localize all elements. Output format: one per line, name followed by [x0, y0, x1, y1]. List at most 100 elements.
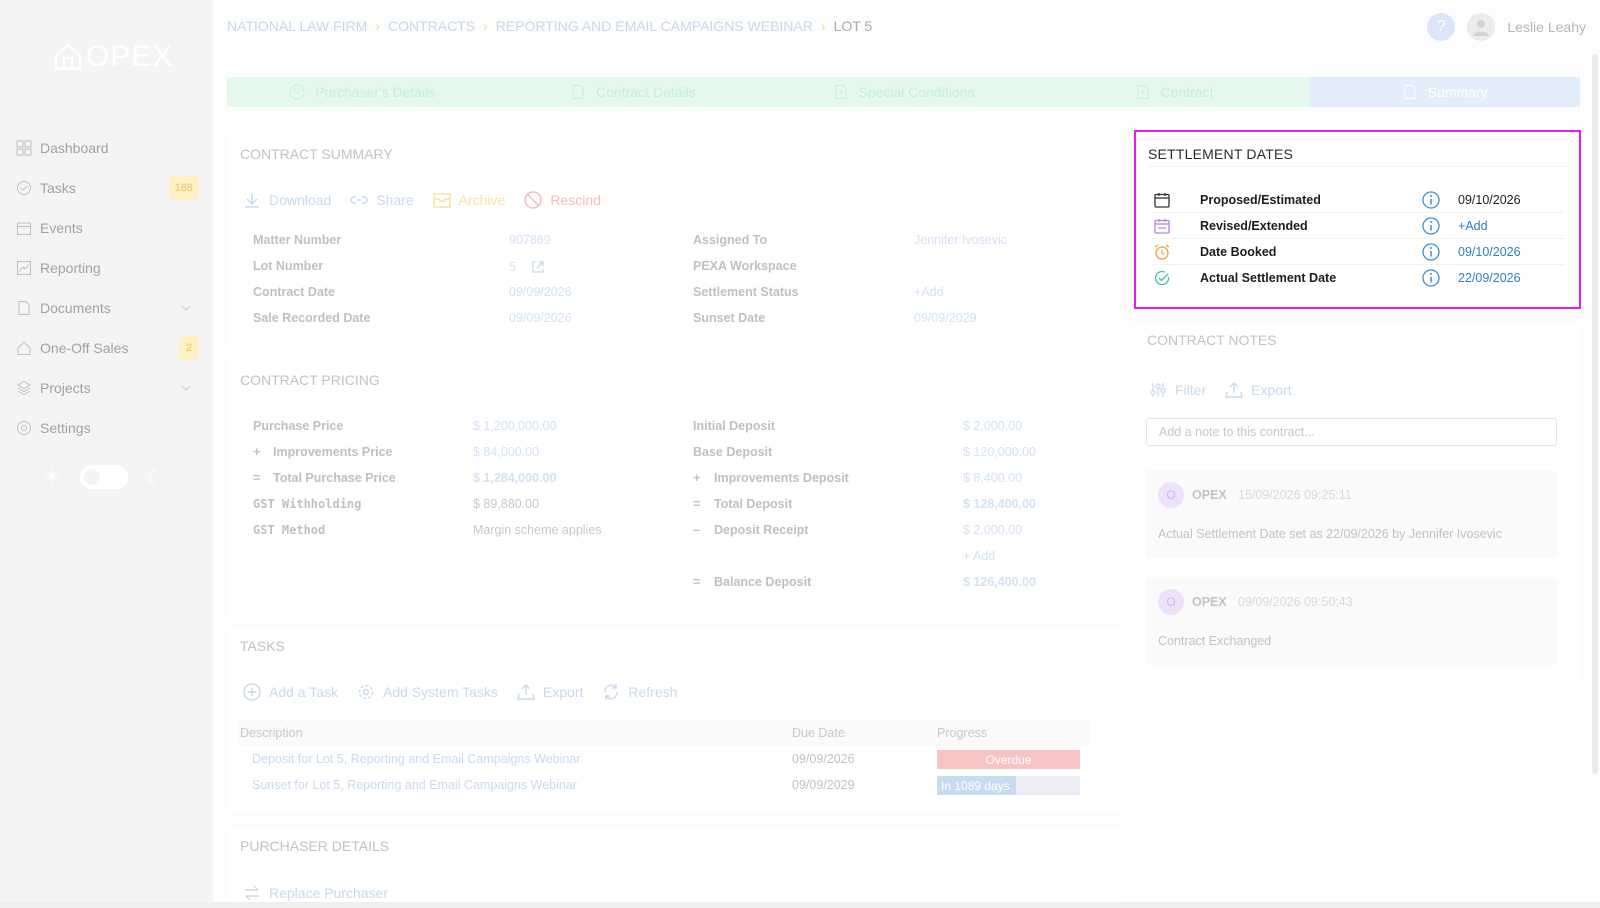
external-link-icon[interactable] [530, 259, 546, 275]
summary-actions: Download Share Archive Rescind [242, 190, 601, 210]
refresh-tasks-button[interactable]: Refresh [601, 682, 677, 702]
refresh-label: Refresh [628, 684, 678, 700]
step-contract[interactable]: Contract [1038, 77, 1310, 107]
info-icon[interactable] [1421, 242, 1441, 262]
card-title: CONTRACT PRICING [240, 372, 380, 388]
operator: = [693, 575, 701, 589]
step-label: Contract [1160, 84, 1214, 100]
chevron-right-icon: › [375, 18, 380, 34]
replace-purchaser-button[interactable]: Replace Purchaser [242, 883, 388, 903]
pricing-value: Margin scheme applies [473, 523, 602, 537]
check-circle-icon [15, 179, 33, 197]
filter-label: Filter [1175, 382, 1207, 398]
theme-toggle[interactable] [79, 465, 128, 489]
note-item: O OPEX 15/09/2026 09:25:11 Actual Settle… [1146, 470, 1557, 558]
sidebar-item-projects[interactable]: Projects [0, 368, 213, 408]
sidebar-item-one-off-sales[interactable]: One-Off Sales 2 [0, 328, 213, 368]
step-summary[interactable]: Summary [1309, 77, 1580, 107]
chevron-down-icon[interactable] [179, 381, 193, 395]
breadcrumb: NATIONAL LAW FIRM › CONTRACTS › REPORTIN… [227, 18, 872, 34]
field-label: Sale Recorded Date [253, 311, 371, 325]
task-progress-bar: In 1089 days [937, 776, 1080, 795]
field-label: Total Deposit [714, 497, 793, 511]
note-author: OPEX [1192, 595, 1227, 609]
breadcrumb-item[interactable]: NATIONAL LAW FIRM [227, 18, 367, 34]
table-row[interactable]: Sunset for Lot 5, Reporting and Email Ca… [239, 772, 1089, 798]
card-title: CONTRACT SUMMARY [240, 146, 393, 162]
add-system-tasks-button[interactable]: Add System Tasks [356, 682, 498, 702]
divider [1148, 166, 1567, 167]
field-value: Margin scheme applies [473, 523, 602, 537]
assigned-to-value[interactable]: Jennifer Ivosevic [914, 233, 1007, 247]
sidebar-item-events[interactable]: Events [0, 208, 213, 248]
step-contract-details[interactable]: Contract Details [497, 77, 769, 107]
gear-icon [358, 684, 374, 700]
settlement-dates-card: SETTLEMENT DATES Proposed/Estimated 09/1… [1134, 130, 1581, 309]
field-value: 09/09/2026 [509, 311, 572, 325]
pricing-label: Total Purchase Price [273, 471, 396, 485]
task-description-link[interactable]: Sunset for Lot 5, Reporting and Email Ca… [252, 778, 577, 792]
step-purchasers-details[interactable]: Purchaser's Details [227, 77, 498, 107]
sidebar-item-label: Tasks [40, 180, 76, 196]
sidebar-item-dashboard[interactable]: Dashboard [0, 128, 213, 168]
settlement-value[interactable]: 09/10/2026 [1458, 193, 1521, 207]
export-tasks-button[interactable]: Export [516, 682, 583, 702]
pricing-label: Improvements Deposit [714, 471, 849, 485]
pricing-label: = [253, 471, 260, 485]
settlement-value[interactable]: 09/10/2026 [1458, 245, 1521, 259]
field-value: $ 120,000.00 [963, 445, 1036, 459]
column-header: Description [240, 726, 303, 740]
sidebar-item-settings[interactable]: Settings [0, 408, 213, 448]
rescind-button[interactable]: Rescind [523, 190, 601, 210]
add-revised-date-link[interactable]: +Add [1458, 219, 1488, 233]
avatar[interactable] [1467, 13, 1496, 41]
sunset-date-value[interactable]: 09/09/2029 [914, 311, 977, 325]
task-description-link[interactable]: Deposit for Lot 5, Reporting and Email C… [252, 752, 580, 766]
field-label: Improvements Deposit [714, 471, 849, 485]
user-icon [289, 84, 305, 100]
settlement-row-booked: Date Booked 09/10/2026 [1152, 239, 1565, 265]
sidebar-item-tasks[interactable]: Tasks 188 [0, 168, 213, 208]
scrollbar[interactable] [1592, 54, 1598, 774]
sidebar-item-reporting[interactable]: Reporting [0, 248, 213, 288]
one-off-sales-count-badge: 2 [179, 336, 199, 360]
settlement-value[interactable]: 22/09/2026 [1458, 271, 1521, 285]
add-note-input[interactable]: Add a note to this contract... [1146, 418, 1557, 446]
share-button[interactable]: Share [349, 190, 414, 210]
sale-recorded-date-value[interactable]: 09/09/2026 [509, 311, 572, 325]
help-icon[interactable]: ? [1427, 13, 1456, 41]
chevron-down-icon[interactable] [179, 301, 193, 315]
field-value: $ 2,000.00 [963, 419, 1023, 433]
settlement-row-proposed: Proposed/Estimated 09/10/2026 [1152, 187, 1565, 213]
contract-date-value[interactable]: 09/09/2026 [509, 285, 572, 299]
info-icon[interactable] [1421, 190, 1441, 210]
export-notes-button[interactable]: Export [1224, 380, 1292, 400]
user-area: ? Leslie Leahy [1427, 13, 1586, 41]
step-special-conditions[interactable]: Special Conditions [768, 77, 1039, 107]
alarm-clock-icon [1152, 242, 1172, 262]
gear-icon [15, 419, 33, 437]
tasks-card: TASKS Add a Task Add System Tasks Export… [227, 628, 1120, 813]
lot-number-value[interactable]: 5 [509, 259, 546, 275]
download-button[interactable]: Download [242, 190, 331, 210]
table-row[interactable]: Deposit for Lot 5, Reporting and Email C… [239, 746, 1089, 772]
pexa-workspace-row: PEXA Workspace [693, 259, 797, 273]
sidebar-item-documents[interactable]: Documents [0, 288, 213, 328]
add-deposit-receipt-link[interactable]: + Add [963, 549, 995, 563]
pricing-value: $ 2,000.00 [963, 419, 1022, 433]
info-icon[interactable] [1421, 268, 1441, 288]
settlement-status-add[interactable]: +Add [914, 285, 944, 299]
archive-button[interactable]: Archive [432, 190, 505, 210]
field-value: $ 1,200,000.00 [473, 419, 557, 433]
breadcrumb-item[interactable]: CONTRACTS [388, 18, 475, 34]
user-name[interactable]: Leslie Leahy [1507, 19, 1586, 35]
info-icon[interactable] [1421, 216, 1441, 236]
opex-logo[interactable]: OPEX [52, 40, 173, 74]
matter-number-value[interactable]: 907869 [509, 233, 551, 247]
breadcrumb-item[interactable]: REPORTING AND EMAIL CAMPAIGNS WEBINAR [496, 18, 813, 34]
note-text: Actual Settlement Date set as 22/09/2026… [1158, 527, 1502, 541]
filter-button[interactable]: Filter [1148, 380, 1206, 400]
breadcrumb-current: LOT 5 [833, 18, 873, 34]
add-task-button[interactable]: Add a Task [242, 682, 338, 702]
sidebar-nav: Dashboard Tasks 188 Events Reporting Doc… [0, 128, 213, 448]
